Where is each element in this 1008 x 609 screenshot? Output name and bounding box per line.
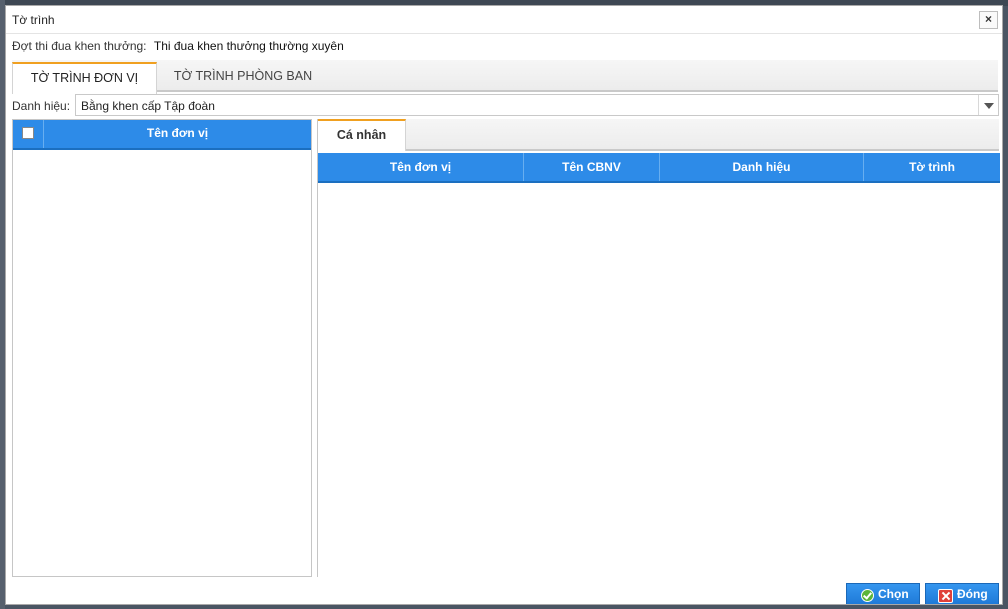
title-select[interactable]: Bằng khen cấp Tập đoàn bbox=[75, 94, 999, 116]
title-select-value: Bằng khen cấp Tập đoàn bbox=[81, 99, 215, 113]
campaign-value: Thi đua khen thưởng thường xuyên bbox=[153, 39, 344, 53]
column-header-proposal[interactable]: Tờ trình bbox=[864, 153, 1000, 181]
column-header-employee-name[interactable]: Tên CBNV bbox=[524, 153, 660, 181]
person-tabs: Cá nhân bbox=[318, 119, 999, 151]
close-icon[interactable]: × bbox=[979, 11, 998, 29]
to-trinh-dialog: Tờ trình × Đợt thi đua khen thưởng: Thi … bbox=[5, 5, 1003, 605]
dialog-titlebar: Tờ trình × bbox=[6, 6, 1002, 34]
close-button-label: Đóng bbox=[957, 587, 988, 601]
choose-button[interactable]: Chọn bbox=[846, 583, 920, 604]
unit-name-column-header[interactable]: Tên đơn vị bbox=[44, 126, 311, 140]
close-button[interactable]: Đóng bbox=[925, 583, 999, 604]
title-filter-label: Danh hiệu: bbox=[12, 99, 71, 113]
campaign-label: Đợt thi đua khen thưởng: bbox=[12, 39, 147, 53]
column-header-title[interactable]: Danh hiệu bbox=[660, 153, 864, 181]
person-panel: Cá nhân Tên đơn vị Tên CBNV Danh hiệu Tờ… bbox=[317, 119, 1000, 577]
chevron-down-icon[interactable] bbox=[978, 95, 998, 115]
dialog-title: Tờ trình bbox=[12, 13, 55, 27]
campaign-info: Đợt thi đua khen thưởng: Thi đua khen th… bbox=[12, 39, 344, 53]
column-header-unit-name[interactable]: Tên đơn vị bbox=[318, 153, 524, 181]
select-all-cell bbox=[13, 120, 44, 148]
tab-to-trinh-phong-ban[interactable]: TỜ TRÌNH PHÒNG BAN bbox=[162, 62, 324, 92]
person-grid-header: Tên đơn vị Tên CBNV Danh hiệu Tờ trình bbox=[318, 153, 1000, 183]
tab-ca-nhan[interactable]: Cá nhân bbox=[318, 119, 406, 151]
choose-button-label: Chọn bbox=[878, 587, 909, 601]
close-x-icon bbox=[938, 589, 953, 603]
tab-to-trinh-don-vi[interactable]: TỜ TRÌNH ĐƠN VỊ bbox=[12, 62, 157, 94]
title-filter-row: Danh hiệu: Bằng khen cấp Tập đoàn bbox=[12, 94, 999, 116]
select-all-checkbox[interactable] bbox=[22, 127, 34, 139]
check-circle-icon bbox=[861, 589, 874, 602]
unit-list-header: Tên đơn vị bbox=[13, 120, 311, 150]
main-tabs: TỜ TRÌNH ĐƠN VỊ TỜ TRÌNH PHÒNG BAN bbox=[12, 60, 998, 94]
unit-list-panel: Tên đơn vị bbox=[12, 119, 312, 577]
